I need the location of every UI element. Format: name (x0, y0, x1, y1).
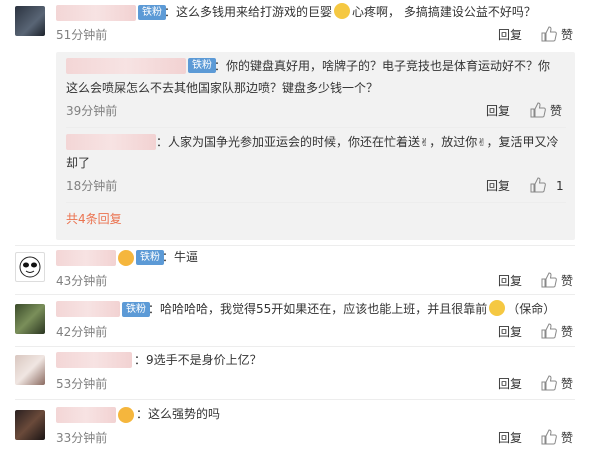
comment-text-part1: ：哈哈哈哈，我觉得55开如果还在，应该也能上班，并且很靠前 (148, 302, 488, 316)
reply-text-part2: ，放过你 (429, 135, 478, 149)
divider (15, 245, 575, 246)
reply-button[interactable]: 回复 (498, 27, 522, 43)
thumbs-up-icon[interactable] (541, 429, 557, 445)
like-label[interactable]: 赞 (561, 273, 573, 289)
reply-button[interactable]: 回复 (486, 103, 510, 119)
username-blurred[interactable] (56, 250, 116, 266)
comment-text: ：这么多钱用来给打游戏的巨婴 心疼啊， 多搞搞建设公益不好吗？ (164, 2, 536, 22)
timestamp: 43分钟前 (56, 274, 108, 288)
comment-text: ：这么强势的吗 (136, 407, 221, 421)
thumbs-up-icon[interactable] (530, 177, 546, 193)
reply-text-line2: 这么会喷屎怎么不去其他国家队那边喷？键盘多少钱一个？ (66, 81, 379, 95)
username-blurred[interactable] (56, 352, 132, 368)
comment-text-part2: 心疼啊， 多搞搞建设公益不好吗？ (352, 5, 536, 19)
like-label[interactable]: 赞 (561, 27, 573, 43)
reply-text-line2: 却了 (66, 156, 91, 170)
reply-username-blurred[interactable] (66, 134, 156, 150)
reply-button[interactable]: 回复 (486, 178, 510, 194)
comment-text: ：牛逼 (162, 250, 199, 264)
comment-text: ：哈哈哈哈，我觉得55开如果还在，应该也能上班，并且很靠前 （保命） (148, 299, 555, 319)
divider (66, 127, 566, 128)
emoji-icon (334, 3, 351, 19)
reply-button[interactable]: 回复 (498, 376, 522, 392)
avatar[interactable] (15, 252, 45, 282)
avatar[interactable] (15, 355, 45, 385)
vip-crown-icon (118, 407, 134, 423)
thumbs-up-icon[interactable] (541, 323, 557, 339)
reply-button[interactable]: 回复 (498, 273, 522, 289)
username-blurred[interactable] (56, 5, 136, 21)
thumbs-up-icon[interactable] (530, 102, 546, 118)
fan-badge: 铁粉 (138, 5, 166, 20)
panda-face-icon (19, 256, 41, 278)
vip-crown-icon (118, 250, 134, 266)
timestamp: 42分钟前 (56, 325, 108, 339)
timestamp: 39分钟前 (66, 104, 118, 118)
timestamp: 53分钟前 (56, 377, 108, 391)
more-replies-link[interactable]: 共4条回复 (66, 211, 122, 227)
fan-badge: 铁粉 (188, 58, 216, 73)
divider (15, 399, 575, 400)
reply-button[interactable]: 回复 (498, 324, 522, 340)
fan-badge: 铁粉 (122, 302, 150, 317)
like-label[interactable]: 赞 (550, 103, 562, 119)
timestamp: 51分钟前 (56, 28, 108, 42)
thumbs-up-icon[interactable] (541, 26, 557, 42)
reply-username-blurred[interactable] (66, 58, 186, 74)
reply-text-part1: ：人家为国争光参加亚运会的时候，你还在忙着送 (156, 135, 421, 149)
comment-text: ：9选手不是身价上亿？ (134, 353, 262, 367)
reply-text-line1: ：你的键盘真好用，啥牌子的？电子竞技也是体育运动好不？你 (214, 59, 551, 73)
reply-text-line1: ：人家为国争光参加亚运会的时候，你还在忙着送✌，放过你✌，复活甲又冷 (156, 132, 558, 153)
comment-text-part2: （保命） (507, 302, 556, 316)
divider (15, 346, 575, 347)
avatar[interactable] (15, 410, 45, 440)
fan-badge: 铁粉 (136, 250, 164, 265)
reply-thread: 铁粉 ：你的键盘真好用，啥牌子的？电子竞技也是体育运动好不？你 这么会喷屎怎么不… (56, 52, 575, 240)
emoji-icon (489, 300, 506, 316)
reply-text-part3: ，复活甲又冷 (486, 135, 559, 149)
username-blurred[interactable] (56, 407, 116, 423)
avatar[interactable] (15, 6, 45, 36)
timestamp: 18分钟前 (66, 179, 118, 193)
thumbs-up-icon[interactable] (541, 375, 557, 391)
thumbs-up-icon[interactable] (541, 272, 557, 288)
divider (66, 202, 566, 203)
like-label[interactable]: 赞 (561, 324, 573, 340)
divider (15, 294, 575, 295)
like-label[interactable]: 赞 (561, 376, 573, 392)
like-count[interactable]: 1 (556, 178, 564, 194)
username-blurred[interactable] (56, 301, 120, 317)
like-label[interactable]: 赞 (561, 430, 573, 446)
avatar[interactable] (15, 304, 45, 334)
reply-button[interactable]: 回复 (498, 430, 522, 446)
comment-text-part1: ：这么多钱用来给打游戏的巨婴 (164, 5, 333, 19)
timestamp: 33分钟前 (56, 431, 108, 445)
rabbit-emoji-icon: ✌ (420, 136, 430, 149)
